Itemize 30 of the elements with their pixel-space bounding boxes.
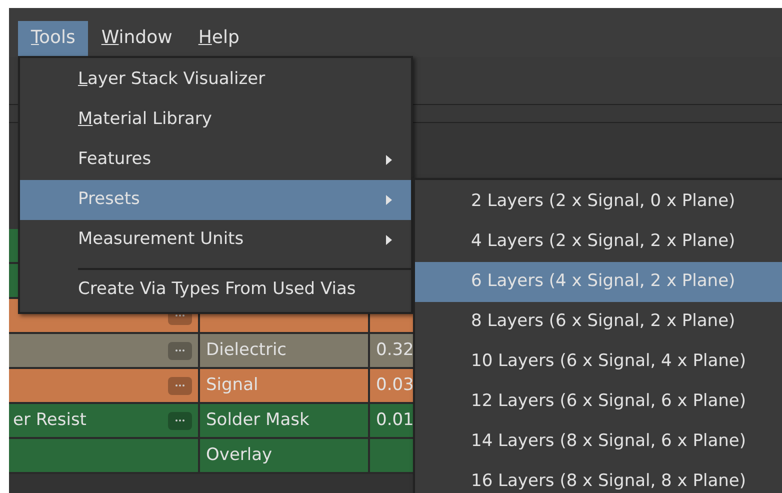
- menu-item[interactable]: 2 Layers (2 x Signal, 0 x Plane): [415, 182, 782, 222]
- layer-name: er Resist: [13, 408, 86, 432]
- ellipsis-button[interactable]: [168, 376, 192, 394]
- menu-item[interactable]: Features: [20, 140, 411, 180]
- ellipsis-icon: [175, 314, 185, 317]
- layer-type: Signal: [206, 374, 258, 397]
- menu-item[interactable]: 4 Layers (2 x Signal, 2 x Plane): [415, 222, 782, 262]
- menu-item[interactable]: 16 Layers (8 x Signal, 8 x Plane): [415, 462, 782, 493]
- menu-bar-item[interactable]: Window: [88, 21, 186, 57]
- layer-thickness: 0.01: [376, 408, 414, 432]
- submenu-arrow-icon: [385, 194, 393, 206]
- menu-item[interactable]: Measurement Units: [20, 220, 411, 260]
- layer-type: Dielectric: [206, 338, 287, 362]
- menu-item[interactable]: 12 Layers (6 x Signal, 6 x Plane): [415, 382, 782, 422]
- ellipsis-icon: [175, 384, 185, 387]
- layer-thickness: 0.32: [376, 338, 414, 362]
- submenu-arrow-icon: [385, 154, 393, 166]
- ellipsis-icon: [175, 349, 185, 352]
- submenu-arrow-icon: [385, 234, 393, 246]
- menu-item[interactable]: Material Library: [20, 100, 411, 140]
- menu-item[interactable]: 8 Layers (6 x Signal, 2 x Plane): [415, 302, 782, 342]
- ellipsis-button[interactable]: [168, 412, 192, 430]
- ellipsis-icon: [175, 419, 185, 422]
- menu-bar-item[interactable]: Help: [185, 21, 252, 57]
- layer-thickness: 0.03: [376, 374, 414, 397]
- layer-type: Solder Mask: [206, 408, 310, 432]
- ellipsis-button[interactable]: [168, 342, 192, 360]
- layer-type: Overlay: [206, 444, 272, 467]
- menu-item[interactable]: 10 Layers (6 x Signal, 4 x Plane): [415, 342, 782, 382]
- menu-item[interactable]: 14 Layers (8 x Signal, 6 x Plane): [415, 422, 782, 462]
